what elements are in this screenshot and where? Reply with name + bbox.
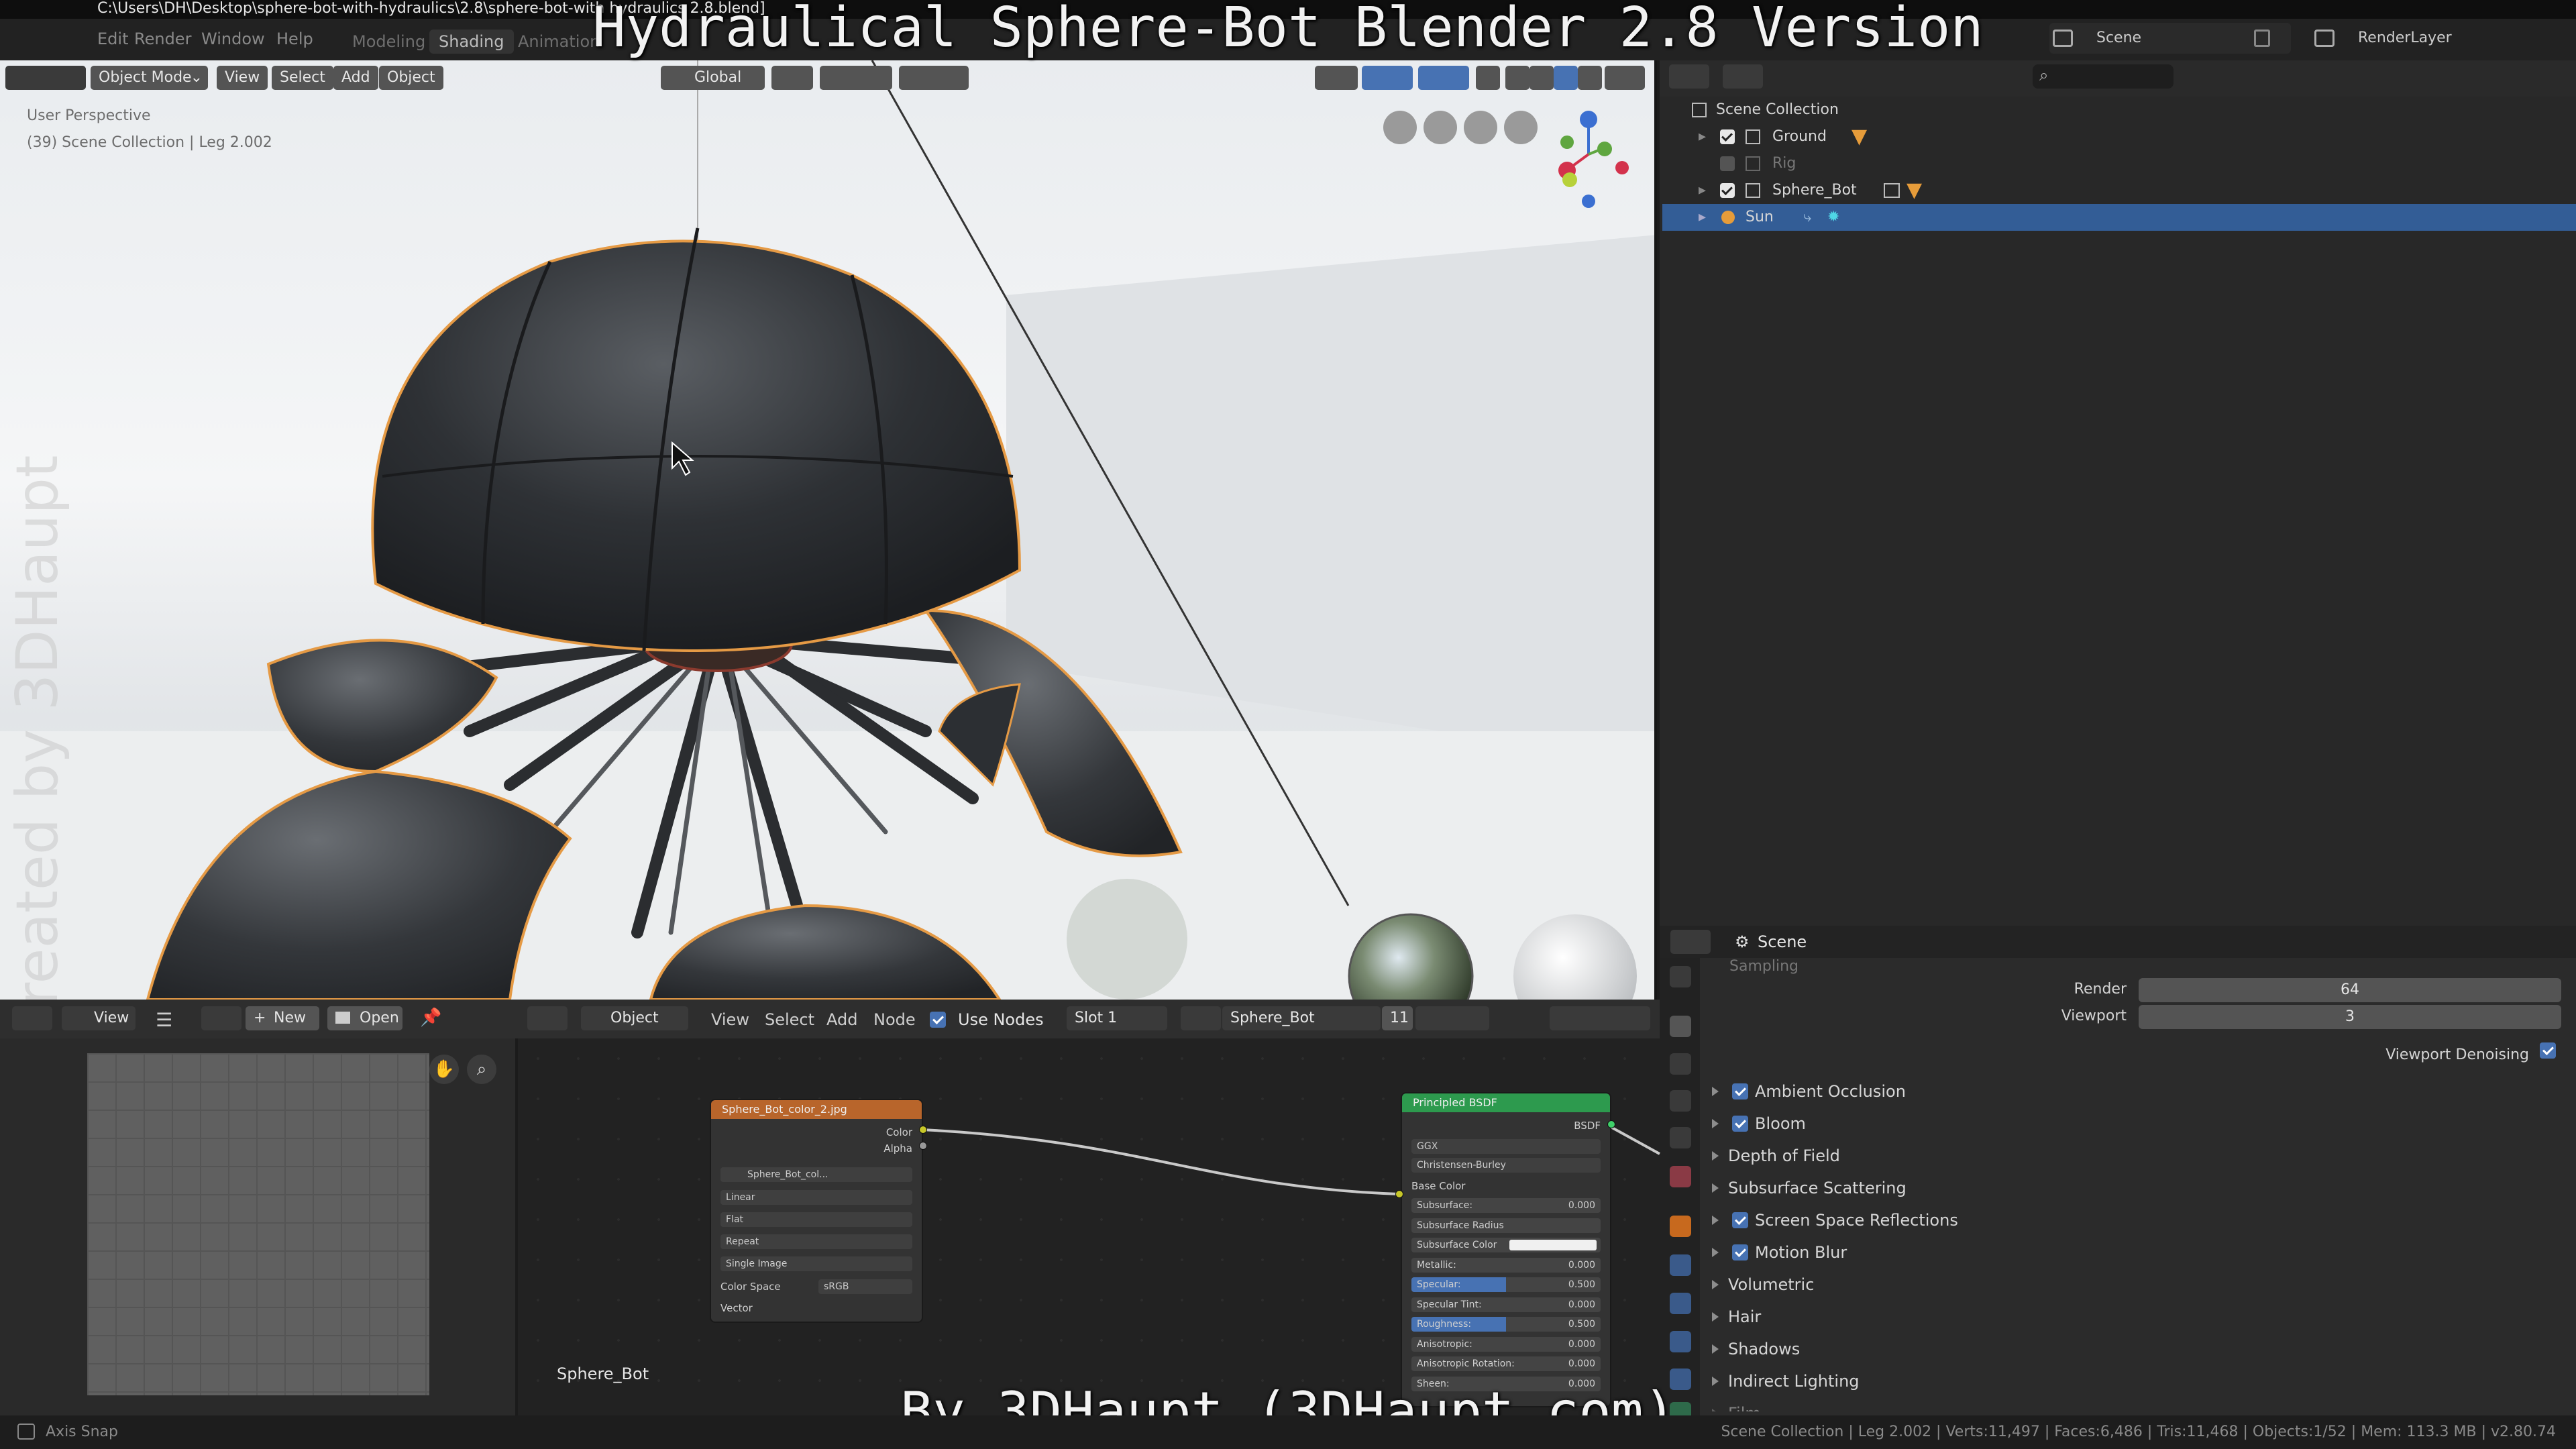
expand-arrow-icon[interactable] [1712,1280,1719,1289]
panel-label: Film [1728,1398,1761,1411]
status-left-hint: Axis Snap [46,1424,118,1440]
slider-label: Specular Tint: [1417,1299,1482,1310]
projection-dropdown[interactable]: Flat [720,1212,912,1227]
panel-motion-blur[interactable]: Motion Blur [1704,1237,2563,1268]
bsdf-slider-anisotropic[interactable]: Anisotropic: 0.000 [1411,1336,1601,1352]
panel-hair[interactable]: Hair [1704,1301,2563,1332]
bsdf-slider-specular[interactable]: Specular: 0.500 [1411,1277,1601,1292]
color-swatch[interactable] [1509,1240,1597,1250]
expand-arrow-icon[interactable] [1712,1377,1719,1386]
panel-enable-checkbox[interactable] [1732,1116,1748,1132]
slider-label: Subsurface: [1417,1200,1473,1211]
slider-label: Subsurface Radius [1417,1220,1504,1231]
slider-value: 0.500 [1568,1319,1595,1330]
color-space-dropdown[interactable]: sRGB [818,1279,912,1294]
source-dropdown[interactable]: Single Image [720,1256,912,1271]
expand-arrow-icon[interactable] [1712,1183,1719,1193]
panel-screen-space-reflections[interactable]: Screen Space Reflections [1704,1205,2563,1236]
alpha-output-socket[interactable] [919,1142,927,1150]
bsdf-slider-subsurface-color[interactable]: Subsurface Color [1411,1238,1601,1252]
expand-arrow-icon[interactable] [1712,1248,1719,1257]
slider-value: 0.500 [1568,1279,1595,1290]
slider-label: Roughness: [1417,1319,1472,1330]
video-title-overlay: Hydraulical Sphere-Bot Blender 2.8 Versi… [592,0,1984,60]
panel-label: Ambient Occlusion [1755,1082,1906,1101]
bsdf-slider-subsurface-radius[interactable]: Subsurface Radius [1411,1218,1601,1233]
slider-label: Metallic: [1417,1259,1456,1271]
bsdf-node-header[interactable]: Principled BSDF [1402,1093,1610,1112]
image-output-alpha: Alpha [883,1142,912,1155]
status-bar: Axis Snap Scene Collection | Leg 2.002 |… [0,1415,2576,1449]
blender-window: C:\Users\DH\Desktop\sphere-bot-with-hydr… [0,0,2576,1449]
base-color-input: Base Color [1411,1180,1466,1192]
panel-label: Indirect Lighting [1728,1372,1860,1391]
image-texture-node[interactable]: Sphere_Bot_color_2.jpg Color Alpha Spher… [710,1099,923,1323]
image-output-color: Color [885,1126,912,1138]
slider-value: 0.000 [1568,1299,1595,1310]
bsdf-slider-metallic[interactable]: Metallic: 0.000 [1411,1257,1601,1273]
image-node-header[interactable]: Sphere_Bot_color_2.jpg [711,1100,922,1119]
expand-arrow-icon[interactable] [1712,1409,1719,1411]
principled-bsdf-node[interactable]: Principled BSDF BSDF GGX Christensen-Bur… [1401,1092,1611,1407]
panel-label: Subsurface Scattering [1728,1179,1907,1197]
expand-arrow-icon[interactable] [1712,1216,1719,1225]
panel-enable-checkbox[interactable] [1732,1212,1748,1228]
subsurface-method-dropdown[interactable]: Christensen-Burley [1411,1158,1601,1173]
bsdf-slider-subsurface[interactable]: Subsurface: 0.000 [1411,1198,1601,1213]
panel-indirect-lighting[interactable]: Indirect Lighting [1704,1366,2563,1397]
panel-label: Shadows [1728,1340,1801,1358]
slider-value: 0.000 [1568,1358,1595,1369]
panel-film[interactable]: Film [1704,1398,2563,1411]
panel-volumetric[interactable]: Volumetric [1704,1269,2563,1300]
expand-arrow-icon[interactable] [1712,1119,1719,1128]
bsdf-slider-roughness[interactable]: Roughness: 0.500 [1411,1317,1601,1332]
panel-enable-checkbox[interactable] [1732,1244,1748,1260]
distribution-dropdown[interactable]: GGX [1411,1139,1601,1154]
panel-enable-checkbox[interactable] [1732,1083,1748,1099]
panel-ambient-occlusion[interactable]: Ambient Occlusion [1704,1076,2563,1107]
mouse-icon [17,1424,35,1440]
panel-subsurface-scattering[interactable]: Subsurface Scattering [1704,1173,2563,1203]
expand-arrow-icon[interactable] [1712,1151,1719,1161]
bsdf-slider-specular-tint[interactable]: Specular Tint: 0.000 [1411,1297,1601,1312]
image-datablock-field[interactable]: Sphere_Bot_col... [720,1167,912,1182]
slider-value: 0.000 [1568,1338,1595,1350]
panel-label: Bloom [1755,1114,1806,1133]
interpolation-dropdown[interactable]: Linear [720,1190,912,1205]
bsdf-output-socket[interactable] [1607,1120,1615,1128]
bsdf-slider-anisotropic-rotation[interactable]: Anisotropic Rotation: 0.000 [1411,1356,1601,1371]
slider-label: Anisotropic: [1417,1338,1472,1350]
panel-label: Screen Space Reflections [1755,1211,1958,1230]
slider-value: 0.000 [1568,1200,1595,1211]
panel-label: Volumetric [1728,1275,1815,1294]
expand-arrow-icon[interactable] [1712,1087,1719,1096]
slider-label: Subsurface Color [1417,1240,1497,1250]
extension-dropdown[interactable]: Repeat [720,1234,912,1249]
panel-bloom[interactable]: Bloom [1704,1108,2563,1139]
slider-label: Specular: [1417,1279,1461,1290]
image-datablock-name: Sphere_Bot_col... [747,1169,828,1180]
slider-label: Anisotropic Rotation: [1417,1358,1515,1369]
slider-value: 0.000 [1568,1259,1595,1271]
expand-arrow-icon[interactable] [1712,1344,1719,1354]
panel-depth-of-field[interactable]: Depth of Field [1704,1140,2563,1171]
panel-label: Hair [1728,1307,1762,1326]
expand-arrow-icon[interactable] [1712,1312,1719,1322]
color-output-socket[interactable] [919,1126,927,1134]
status-scene-stats: Scene Collection | Leg 2.002 | Verts:11,… [1721,1424,2556,1440]
panel-label: Depth of Field [1728,1146,1840,1165]
bsdf-output-label: BSDF [1574,1120,1601,1132]
panel-shadows[interactable]: Shadows [1704,1334,2563,1364]
base-color-socket[interactable] [1395,1190,1403,1198]
image-input-vector: Vector [720,1302,753,1314]
panel-label: Motion Blur [1755,1243,1847,1262]
